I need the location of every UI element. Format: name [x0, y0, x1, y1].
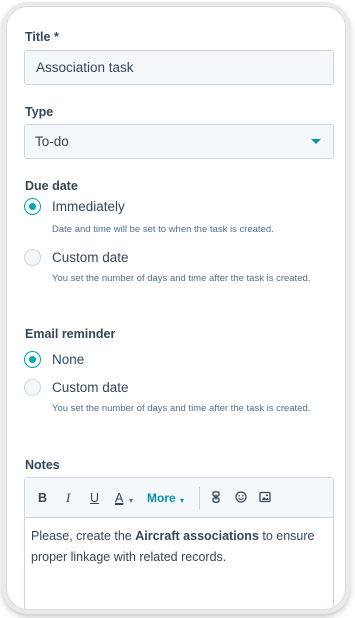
radio-label: Custom date — [52, 250, 129, 265]
radio-help-text: You set the number of days and time afte… — [52, 273, 311, 284]
radio-unchecked-icon[interactable] — [24, 379, 41, 396]
title-label: Title * — [25, 30, 59, 44]
editor-toolbar: B I U A ▾ More ▾ — [25, 478, 333, 518]
more-label: More — [147, 491, 176, 505]
notes-text-bold: Aircraft associations — [135, 529, 259, 543]
radio-label: Immediately — [52, 199, 125, 214]
due-date-option-custom[interactable]: Custom date You set the number of days a… — [24, 249, 336, 309]
radio-unchecked-icon[interactable] — [24, 249, 41, 266]
email-reminder-option-none[interactable]: None — [24, 351, 336, 371]
notes-label: Notes — [25, 458, 60, 472]
more-button[interactable]: More — [147, 490, 176, 506]
toolbar-divider — [199, 487, 200, 509]
italic-button[interactable]: I — [66, 490, 70, 506]
image-icon[interactable] — [259, 491, 271, 507]
type-select[interactable]: To-do — [24, 124, 334, 159]
radio-checked-icon[interactable] — [24, 198, 41, 215]
radio-help-text: You set the number of days and time afte… — [52, 403, 311, 414]
emoji-icon[interactable] — [235, 491, 247, 507]
type-label: Type — [25, 105, 54, 119]
font-color-label: A — [115, 491, 124, 505]
radio-label: Custom date — [52, 380, 129, 395]
link-icon[interactable] — [212, 491, 220, 507]
email-reminder-option-custom[interactable]: Custom date You set the number of days a… — [24, 379, 336, 439]
notes-text-before: Please, create the — [31, 529, 136, 543]
bold-button[interactable]: B — [38, 490, 47, 506]
notes-editor[interactable]: B I U A ▾ More ▾ Please, create the Airc… — [24, 477, 334, 609]
chevron-down-icon[interactable]: ▾ — [180, 493, 184, 509]
caret-down-icon — [311, 139, 321, 144]
type-select-value: To-do — [35, 134, 69, 149]
chevron-down-icon[interactable]: ▾ — [129, 493, 133, 509]
font-color-button[interactable]: A — [115, 490, 123, 506]
due-date-option-immediately[interactable]: Immediately Date and time will be set to… — [24, 198, 336, 238]
radio-help-text: Date and time will be set to when the ta… — [52, 224, 274, 235]
notes-content[interactable]: Please, create the Aircraft associations… — [31, 526, 327, 568]
underline-button[interactable]: U — [90, 490, 99, 506]
task-form-card: Title * Association task Type To-do Due … — [6, 6, 346, 610]
radio-label: None — [52, 352, 85, 367]
email-reminder-label: Email reminder — [25, 327, 116, 341]
title-input[interactable]: Association task — [24, 50, 334, 85]
radio-checked-icon[interactable] — [24, 351, 41, 368]
due-date-label: Due date — [25, 179, 78, 193]
